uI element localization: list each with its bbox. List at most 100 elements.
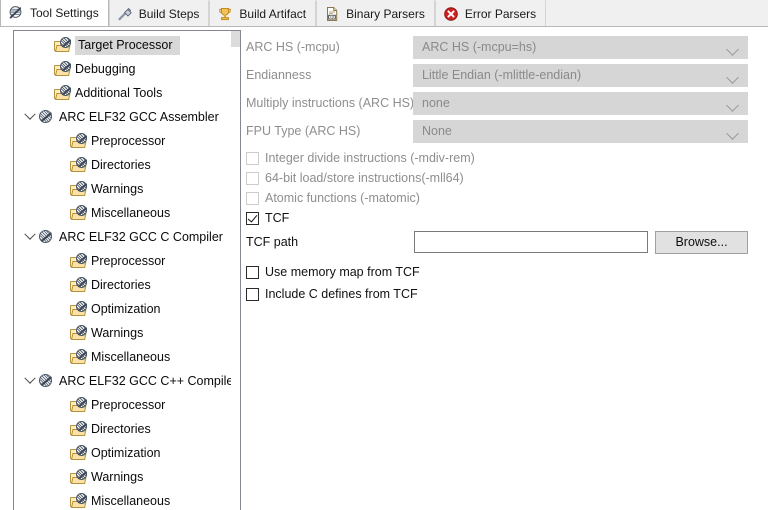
tcf-path-input[interactable]: [414, 231, 648, 253]
tree-item-directories[interactable]: Directories: [14, 273, 233, 297]
tab-build-steps[interactable]: Build Steps: [108, 0, 210, 26]
dropdown-multiply-instructions-arc-hs-[interactable]: none: [413, 91, 748, 115]
tree-vertical-scrollbar[interactable]: [231, 31, 240, 510]
svg-text:010: 010: [329, 14, 337, 19]
hammer-icon: [117, 6, 133, 22]
tree-item-warnings[interactable]: Warnings: [14, 465, 233, 489]
checkbox-tcf[interactable]: TCF: [246, 208, 289, 228]
tree-item-arc-elf32-gcc-assembler[interactable]: ARC ELF32 GCC Assembler: [14, 105, 233, 129]
settings-folder-icon: [54, 37, 71, 53]
checkbox-box[interactable]: [246, 191, 259, 205]
tree-item-warnings[interactable]: Warnings: [14, 177, 233, 201]
tcf-path-label: TCF path: [246, 235, 299, 249]
settings-folder-icon: [70, 397, 87, 413]
tab-bar: Tool Settings Build Steps Build Artifact 01…: [0, 0, 768, 27]
dropdown-endianness[interactable]: Little Endian (-mlittle-endian): [413, 63, 748, 87]
tree-scrollbar-thumb[interactable]: [231, 31, 240, 47]
toolchain-disc-icon: [38, 109, 55, 125]
checkbox-label: TCF: [265, 211, 290, 225]
checkbox-box[interactable]: [246, 287, 259, 301]
dropdown-value: Little Endian (-mlittle-endian): [422, 68, 582, 82]
chevron-down-icon[interactable]: [22, 108, 38, 125]
settings-folder-icon: [70, 445, 87, 461]
checkbox-box[interactable]: [246, 211, 259, 225]
chevron-down-icon: [726, 98, 739, 112]
tab-build-artifact[interactable]: Build Artifact: [209, 0, 317, 26]
settings-folder-icon: [70, 301, 87, 317]
settings-folder-icon: [70, 349, 87, 365]
tree-item-preprocessor[interactable]: Preprocessor: [14, 249, 233, 273]
tree-item-miscellaneous[interactable]: Miscellaneous: [14, 489, 233, 510]
tree-item-optimization[interactable]: Optimization: [14, 297, 233, 321]
tree-item-label: Preprocessor: [91, 133, 166, 148]
toolchain-disc-icon: [38, 373, 55, 389]
tree-item-directories[interactable]: Directories: [14, 417, 233, 441]
tree-item-warnings[interactable]: Warnings: [14, 321, 233, 345]
browse-button[interactable]: Browse...: [655, 230, 748, 254]
checkbox-64-bit-load-store-instructions-mll64-[interactable]: 64-bit load/store instructions(-mll64): [246, 168, 464, 188]
settings-folder-icon: [70, 421, 87, 437]
checkbox-atomic-functions-matomic-[interactable]: Atomic functions (-matomic): [246, 188, 420, 208]
tab-error-parsers[interactable]: Error Parsers: [434, 0, 547, 26]
tree-item-label: Warnings: [91, 181, 144, 196]
checkbox-label: 64-bit load/store instructions(-mll64): [265, 171, 464, 185]
settings-tree: Target Processor Debugging Additional Tool…: [14, 33, 238, 510]
tree-item-label: Miscellaneous: [91, 493, 171, 508]
tree-item-label: Optimization: [91, 445, 161, 460]
checkbox-box[interactable]: [246, 265, 259, 279]
chevron-down-icon[interactable]: [22, 228, 38, 245]
tree-item-optimization[interactable]: Optimization: [14, 441, 233, 465]
tree-item-label: Directories: [91, 157, 151, 172]
settings-folder-icon: [70, 469, 87, 485]
tree-item-label: Preprocessor: [91, 397, 166, 412]
tree-item-debugging[interactable]: Debugging: [14, 57, 233, 81]
tree-item-miscellaneous[interactable]: Miscellaneous: [14, 345, 233, 369]
settings-folder-icon: [70, 277, 87, 293]
settings-folder-icon: [70, 181, 87, 197]
tree-item-preprocessor[interactable]: Preprocessor: [14, 393, 233, 417]
tab-label: Build Artifact: [239, 6, 307, 21]
checkbox-label: Atomic functions (-matomic): [265, 191, 420, 205]
checkbox-include-c-defines-from-tcf[interactable]: Include C defines from TCF: [246, 284, 418, 304]
chevron-down-icon: [726, 42, 739, 56]
checkbox-box[interactable]: [246, 151, 259, 165]
dropdown-value: none: [422, 96, 450, 110]
checkbox-label: Include C defines from TCF: [265, 287, 418, 301]
tree-item-label: Miscellaneous: [91, 349, 171, 364]
tree-item-miscellaneous[interactable]: Miscellaneous: [14, 201, 233, 225]
tree-item-preprocessor[interactable]: Preprocessor: [14, 129, 233, 153]
tree-item-arc-elf32-gcc-c++-compiler[interactable]: ARC ELF32 GCC C++ Compiler: [14, 369, 238, 393]
chevron-down-icon[interactable]: [22, 372, 38, 389]
tree-item-label: Directories: [91, 277, 151, 292]
tab-binary-parsers[interactable]: 010 Binary Parsers: [316, 0, 435, 26]
settings-folder-icon: [54, 85, 71, 101]
checkbox-box[interactable]: [246, 171, 259, 185]
tree-item-target-processor[interactable]: Target Processor: [14, 33, 233, 57]
tree-item-label: Directories: [91, 421, 151, 436]
tree-item-additional-tools[interactable]: Additional Tools: [14, 81, 233, 105]
tree-item-directories[interactable]: Directories: [14, 153, 233, 177]
settings-folder-icon: [70, 493, 87, 509]
tab-label: Binary Parsers: [346, 6, 425, 21]
tab-tool-settings[interactable]: Tool Settings: [0, 0, 109, 26]
dropdown-value: ARC HS (-mcpu=hs): [422, 40, 537, 54]
tcf-path-row: TCF path Browse...: [241, 230, 761, 254]
checkbox-integer-divide-instructions-mdiv-rem-[interactable]: Integer divide instructions (-mdiv-rem): [246, 148, 475, 168]
dropdown-arc-hs-mcpu-[interactable]: ARC HS (-mcpu=hs): [413, 35, 748, 59]
tree-item-label: Preprocessor: [91, 253, 166, 268]
dropdown-value: None: [422, 124, 452, 138]
dropdown-fpu-type-arc-hs-[interactable]: None: [413, 119, 748, 143]
tree-item-arc-elf32-gcc-c-compiler[interactable]: ARC ELF32 GCC C Compiler: [14, 225, 233, 249]
checkbox-use-memory-map-from-tcf[interactable]: Use memory map from TCF: [246, 262, 420, 282]
tab-label: Build Steps: [138, 6, 200, 21]
